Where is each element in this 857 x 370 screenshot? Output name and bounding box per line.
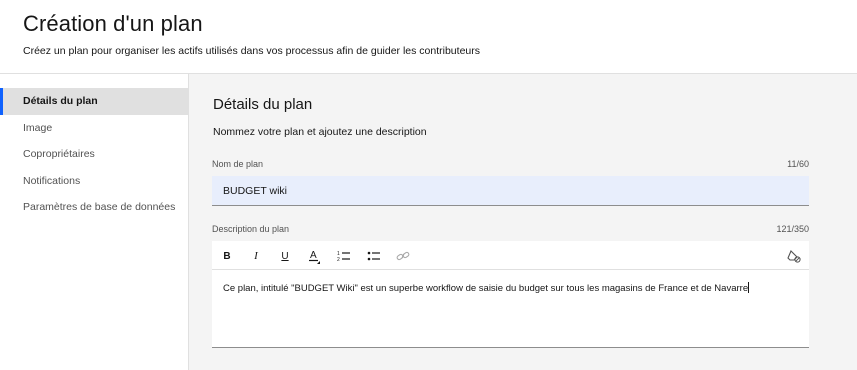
plan-name-label: Nom de plan — [212, 159, 264, 169]
page-subtitle: Créez un plan pour organiser les actifs … — [23, 45, 480, 57]
text-cursor — [748, 282, 750, 293]
description-text-area[interactable]: Ce plan, intitulé "BUDGET Wiki" est un s… — [212, 270, 809, 306]
numbered-list-icon[interactable]: 1 2 — [334, 246, 354, 266]
underline-icon[interactable]: U — [275, 246, 295, 266]
bold-icon[interactable]: B — [217, 246, 237, 266]
page-header: Création d'un plan Créez un plan pour or… — [0, 0, 857, 74]
description-editor: B I U A 1 2 Ce plan, intitulé "BUDGET Wi… — [212, 241, 809, 348]
section-title: Détails du plan — [213, 96, 313, 113]
svg-text:2: 2 — [337, 257, 340, 262]
section-description: Nommez votre plan et ajoutez une descrip… — [213, 126, 427, 138]
sidebar-item-co-owners[interactable]: Copropriétaires — [0, 141, 188, 168]
sidebar-item-plan-details[interactable]: Détails du plan — [0, 88, 188, 115]
svg-text:A: A — [310, 250, 317, 261]
sidebar-item-database-settings[interactable]: Paramètres de base de données — [0, 194, 188, 221]
page-title: Création d'un plan — [23, 11, 203, 36]
plan-description-counter: 121/350 — [776, 224, 809, 234]
sidebar-item-notifications[interactable]: Notifications — [0, 168, 188, 195]
editor-toolbar: B I U A 1 2 — [212, 241, 809, 270]
plan-name-counter: 11/60 — [787, 159, 809, 169]
plan-description-label: Description du plan — [212, 224, 290, 234]
sidebar: Détails du plan Image Copropriétaires No… — [0, 74, 189, 370]
bulleted-list-icon[interactable] — [364, 246, 384, 266]
clear-formatting-icon[interactable] — [784, 246, 804, 266]
plan-name-input[interactable] — [212, 176, 809, 206]
main-panel: Détails du plan Nommez votre plan et ajo… — [189, 74, 857, 370]
sidebar-item-image[interactable]: Image — [0, 115, 188, 142]
sidebar-nav: Détails du plan Image Copropriétaires No… — [0, 74, 188, 221]
description-text: Ce plan, intitulé "BUDGET Wiki" est un s… — [223, 283, 749, 294]
link-icon[interactable] — [393, 246, 413, 266]
text-color-icon[interactable]: A — [304, 246, 324, 266]
italic-icon[interactable]: I — [246, 246, 266, 266]
